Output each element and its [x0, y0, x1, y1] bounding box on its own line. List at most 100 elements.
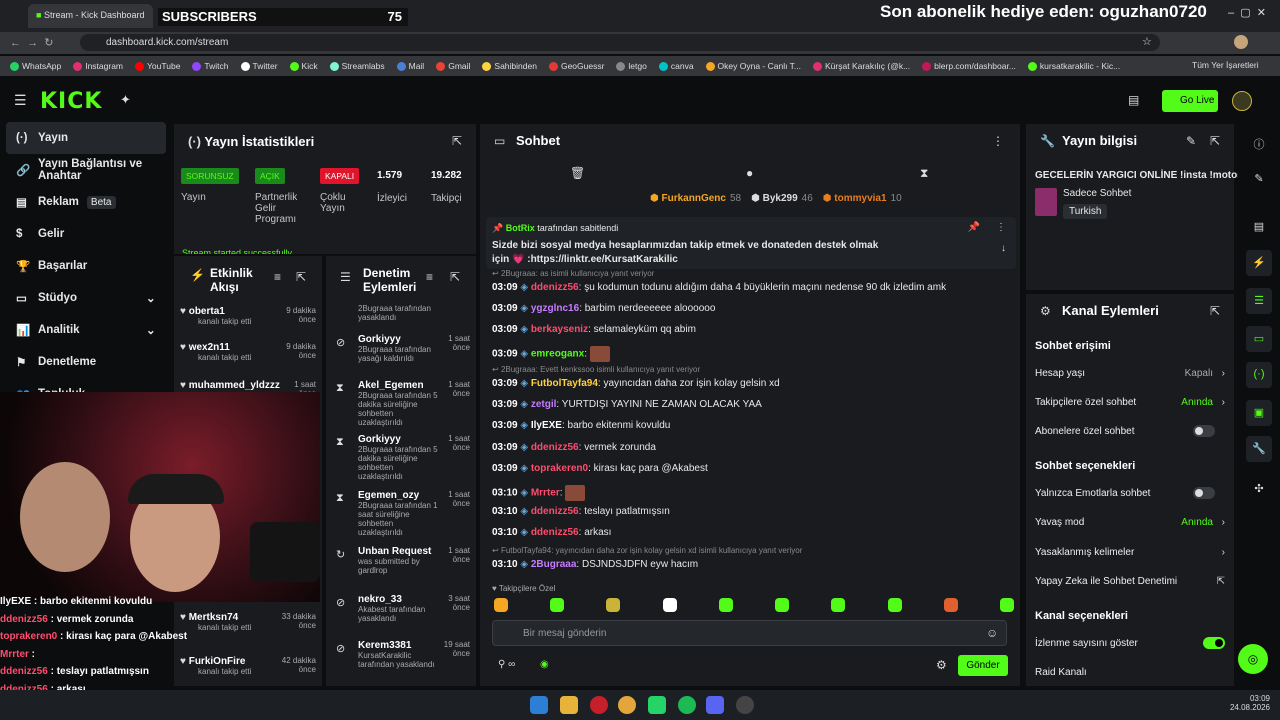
message-user[interactable]: ddenizz56 — [531, 282, 579, 293]
popout-icon[interactable]: ⇱ — [1210, 304, 1220, 318]
message-user[interactable]: zetgil — [531, 399, 557, 410]
edit-icon[interactable]: ✎ — [1186, 134, 1196, 148]
star-icon[interactable]: ☆ — [1142, 35, 1152, 48]
bookmark-item[interactable]: GeoGuessr — [548, 60, 604, 72]
bookmark-item[interactable]: canva — [658, 60, 694, 72]
message-user[interactable]: ddenizz56 — [531, 527, 579, 538]
file-explorer-icon[interactable] — [560, 696, 578, 714]
bookmark-item[interactable]: Twitter — [240, 60, 278, 72]
sidebar-item[interactable]: (·) Yayın — [6, 122, 166, 154]
discord-icon[interactable] — [706, 696, 724, 714]
avatar[interactable] — [1234, 35, 1248, 49]
message-user[interactable]: ygzglnc16 — [531, 303, 579, 314]
url-input[interactable]: dashboard.kick.com/stream — [80, 34, 1160, 51]
kick-emote-icon[interactable]: ◉ — [540, 659, 549, 670]
banned-words-row[interactable]: Yasaklanmış kelimeler › — [1035, 547, 1225, 558]
bookmark-item[interactable]: Streamlabs — [329, 60, 385, 72]
whatsapp-icon[interactable] — [648, 696, 666, 714]
message-user[interactable]: ddenizz56 — [531, 442, 579, 453]
emote-icon[interactable] — [999, 598, 1014, 612]
emote-icon[interactable] — [831, 598, 846, 612]
pin-icon[interactable]: ✦ — [120, 92, 131, 108]
hourglass-icon[interactable]: ⧗ — [920, 166, 928, 181]
popout-icon[interactable]: ⇱ — [296, 270, 306, 284]
popout-icon[interactable]: ⇱ — [450, 270, 460, 284]
bookmark-item[interactable]: blerp.com/dashboar... — [922, 60, 1016, 72]
viewcount-toggle[interactable] — [1203, 637, 1225, 649]
message-user[interactable]: FutbolTayfa94 — [531, 378, 598, 389]
unpin-icon[interactable]: 📌 — [968, 222, 980, 233]
chat-icon[interactable]: ▭ — [1246, 326, 1272, 352]
support-icon[interactable]: ◎ — [1238, 644, 1268, 674]
dashboard-icon[interactable]: ▤ — [1246, 214, 1272, 240]
spotify-icon[interactable] — [678, 696, 696, 714]
bolt-icon[interactable]: ⚡ — [1246, 250, 1272, 276]
emote-icon[interactable] — [494, 598, 508, 612]
more-icon[interactable]: ⋮ — [996, 222, 1006, 233]
bookmark-item[interactable]: Kick — [289, 60, 318, 72]
dashboard-icon[interactable]: ▤ — [1128, 93, 1139, 107]
subscribers-only-toggle[interactable] — [1193, 425, 1215, 437]
more-icon[interactable]: ⋮ — [992, 134, 1004, 148]
message-user[interactable]: ddenizz56 — [531, 506, 579, 517]
message-user[interactable]: Mrrter — [531, 488, 560, 499]
send-button[interactable]: Gönder — [958, 655, 1008, 676]
sidebar-item[interactable]: 📊 Analitik ⌄ — [0, 314, 172, 346]
bookmark-item[interactable]: Sahibinden — [482, 60, 537, 72]
sidebar-item[interactable]: $ Gelir — [0, 218, 172, 250]
profile-avatar[interactable] — [1232, 91, 1252, 111]
edit-icon[interactable]: ✎ — [1246, 166, 1272, 192]
account-age-row[interactable]: Hesap yaşı Kapalı › — [1035, 368, 1225, 379]
message-user[interactable]: toprakeren0 — [531, 463, 588, 474]
filter-icon[interactable]: ≡ — [274, 270, 281, 284]
chrome-icon[interactable] — [618, 696, 636, 714]
stats-icon[interactable]: (·) — [1246, 362, 1272, 388]
message-user[interactable]: IlyEXE — [531, 420, 562, 431]
slow-mode-row[interactable]: Yavaş mod Anında › — [1035, 517, 1225, 528]
emote-icon[interactable] — [887, 598, 902, 612]
bookmark-item[interactable]: Kürşat Karakılıç (@k... — [813, 60, 910, 72]
sidebar-item[interactable]: 🏆 Başarılar — [0, 250, 172, 282]
gear-icon[interactable]: ⚙ — [936, 658, 947, 672]
bookmark-item[interactable]: Mail — [396, 60, 424, 72]
popout-icon[interactable]: ⇱ — [452, 134, 462, 148]
browser-tab[interactable]: ■ Stream - Kick Dashboard — [28, 4, 153, 28]
filter-icon[interactable]: ≡ — [426, 270, 433, 284]
info-icon[interactable]: ⓘ — [1246, 130, 1272, 156]
chat-icon[interactable]: ● — [746, 166, 753, 180]
message-user[interactable]: 2Bugraaa — [531, 559, 577, 570]
bookmark-item[interactable]: letgo — [616, 60, 647, 72]
sidebar-item[interactable]: ▭ Stüdyo ⌄ — [0, 282, 172, 314]
nav-arrows-icon[interactable]: ← → ↻ — [10, 36, 53, 49]
sidebar-item[interactable]: ⚑ Denetleme — [0, 346, 172, 378]
bookmark-item[interactable]: Instagram — [73, 60, 123, 72]
emote-icon[interactable] — [775, 598, 790, 612]
sidebar-item[interactable]: ▤ Reklam Beta — [0, 186, 172, 218]
bookmark-item[interactable]: YouTube — [135, 60, 180, 72]
kick-logo[interactable]: KICK — [40, 89, 102, 114]
emote-icon[interactable] — [550, 598, 565, 612]
emote-icon[interactable] — [606, 598, 621, 612]
link-icon[interactable]: ⚲ ∞ — [498, 659, 515, 670]
emote-icon[interactable] — [718, 598, 733, 612]
bookmark-item[interactable]: kursatkarakilic - Kic... — [1027, 60, 1120, 72]
obs-icon[interactable] — [736, 696, 754, 714]
raid-row[interactable]: Raid Kanalı — [1035, 667, 1225, 678]
bookmark-item[interactable]: WhatsApp — [10, 60, 61, 72]
windows-start-icon[interactable] — [530, 696, 548, 714]
chat-input[interactable]: Bir mesaj gönderin — [492, 620, 1007, 646]
emote-icon[interactable] — [662, 598, 677, 612]
list-icon[interactable]: ☰ — [1246, 288, 1272, 314]
all-bookmarks[interactable]: Tüm Yer İşaretleri — [1192, 60, 1259, 70]
bookmark-item[interactable]: Twitch — [192, 60, 229, 72]
settings-icon[interactable]: ✣ — [1246, 476, 1272, 502]
menu-icon[interactable]: ☰ — [14, 92, 27, 109]
bookmark-item[interactable]: Okey Oyna - Canlı T... — [705, 60, 801, 72]
sidebar-item[interactable]: 🔗 Yayın Bağlantısı ve Anahtar — [0, 154, 172, 186]
moderation-icon[interactable]: ▣ — [1246, 400, 1272, 426]
followers-only-row[interactable]: Takipçilere özel sohbet Anında › — [1035, 397, 1225, 408]
trash-icon[interactable]: 🗑 — [570, 166, 585, 180]
emote-icon[interactable] — [943, 598, 958, 612]
opera-icon[interactable] — [590, 696, 608, 714]
emote-only-toggle[interactable] — [1193, 487, 1215, 499]
